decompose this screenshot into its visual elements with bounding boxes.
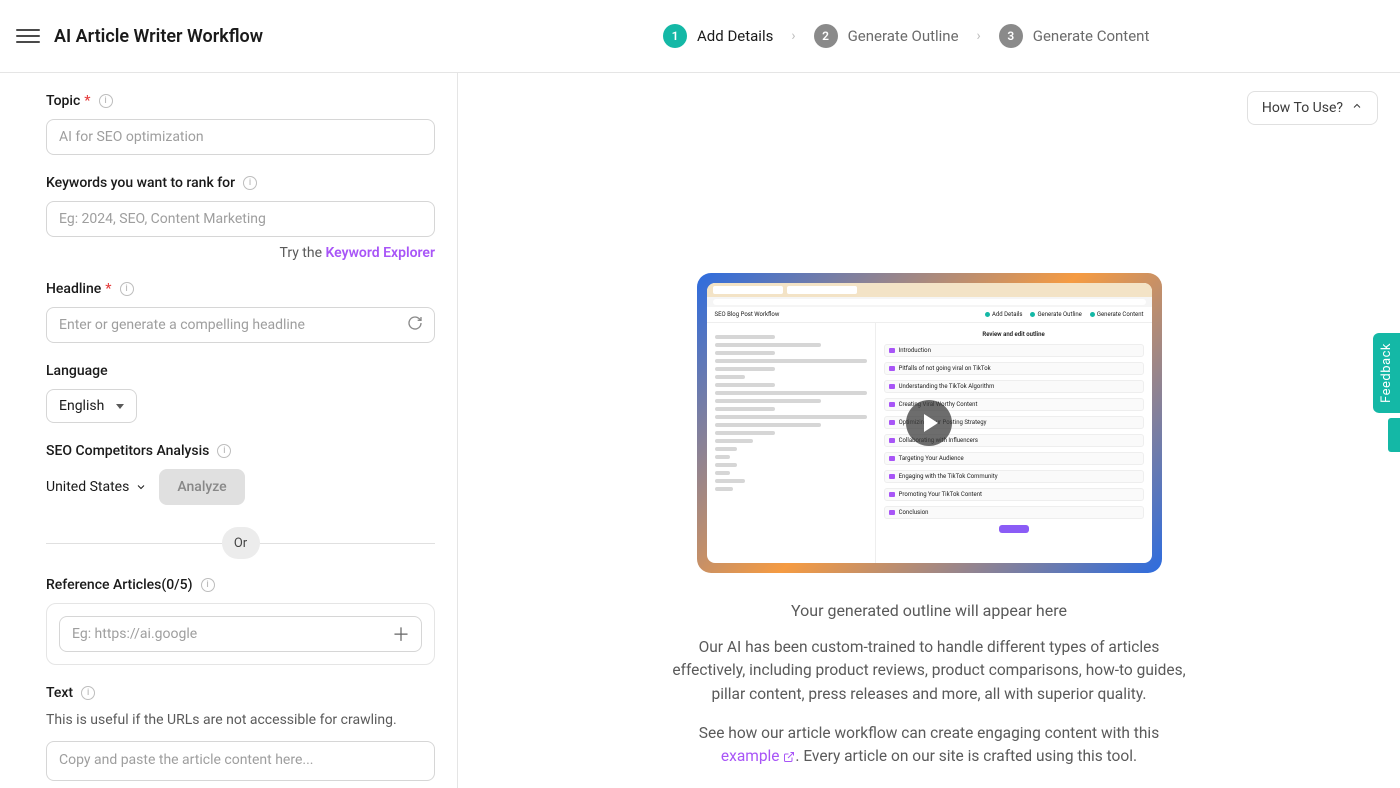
side-handle[interactable] — [1388, 418, 1400, 452]
chevron-right-icon: › — [977, 28, 981, 44]
preview-panel: How To Use? SEO Blog Post Workflow Add D… — [458, 73, 1400, 788]
step-number: 1 — [663, 24, 687, 48]
field-label: Headline* i — [46, 281, 435, 297]
form-panel: Topic* i Keywords you want to rank for i… — [0, 73, 458, 788]
info-icon[interactable]: i — [81, 686, 95, 700]
menu-icon[interactable] — [16, 24, 40, 48]
example-link[interactable]: example — [721, 747, 795, 765]
info-icon[interactable]: i — [201, 578, 215, 592]
keyword-explorer-link[interactable]: Keyword Explorer — [325, 245, 435, 261]
info-icon[interactable]: i — [243, 176, 257, 190]
description-para-2: See how our article workflow can create … — [669, 722, 1189, 769]
references-field: Reference Articles(0/5) i ＋ — [46, 577, 435, 665]
text-hint: This is useful if the URLs are not acces… — [46, 711, 435, 731]
mockup-title: SEO Blog Post Workflow — [715, 311, 780, 318]
label-text: Topic — [46, 93, 80, 109]
or-label: Or — [222, 527, 260, 559]
text-field: Text i This is useful if the URLs are no… — [46, 685, 435, 785]
label-text: Reference Articles(0/5) — [46, 577, 193, 593]
para2-prefix: See how our article workflow can create … — [699, 724, 1159, 742]
step-generate-outline[interactable]: 2 Generate Outline — [814, 24, 959, 48]
seo-field: SEO Competitors Analysis i United States… — [46, 443, 435, 505]
step-add-details[interactable]: 1 Add Details — [663, 24, 773, 48]
field-label: Topic* i — [46, 93, 435, 109]
headline-input[interactable] — [46, 307, 435, 343]
required-mark: * — [84, 93, 90, 109]
app-header: AI Article Writer Workflow 1 Add Details… — [0, 0, 1400, 73]
step-label: Add Details — [697, 27, 773, 45]
field-label: Language — [46, 363, 435, 379]
preview-text: Your generated outline will appear here … — [669, 601, 1189, 784]
language-select[interactable]: English — [46, 389, 137, 423]
or-divider: Or — [46, 527, 435, 559]
helper-text: Try the — [279, 245, 325, 261]
analyze-button[interactable]: Analyze — [159, 469, 244, 505]
field-label: Text i — [46, 685, 435, 701]
info-icon[interactable]: i — [217, 444, 231, 458]
video-preview: SEO Blog Post Workflow Add Details Gener… — [697, 273, 1162, 573]
external-link-icon — [783, 751, 795, 763]
language-field: Language English — [46, 363, 435, 423]
country-select[interactable]: United States — [46, 479, 147, 495]
add-reference-icon[interactable]: ＋ — [392, 621, 410, 647]
label-text: Text — [46, 685, 73, 701]
step-number: 3 — [999, 24, 1023, 48]
keywords-field: Keywords you want to rank for i Try the … — [46, 175, 435, 261]
reference-url-input[interactable] — [59, 616, 422, 652]
keywords-helper: Try the Keyword Explorer — [46, 245, 435, 261]
outline-caption: Your generated outline will appear here — [669, 601, 1189, 620]
play-icon — [924, 414, 938, 432]
label-text: Keywords you want to rank for — [46, 175, 235, 191]
step-label: Generate Outline — [848, 27, 959, 45]
chevron-down-icon — [135, 481, 147, 493]
article-text-input[interactable] — [46, 741, 435, 781]
workflow-stepper: 1 Add Details › 2 Generate Outline › 3 G… — [663, 24, 1149, 48]
main-content: Topic* i Keywords you want to rank for i… — [0, 73, 1400, 788]
play-button[interactable] — [906, 400, 952, 446]
headline-field: Headline* i — [46, 281, 435, 343]
how-to-use-button[interactable]: How To Use? — [1247, 91, 1378, 125]
video-thumbnail[interactable]: SEO Blog Post Workflow Add Details Gener… — [697, 273, 1162, 573]
chevron-right-icon: › — [791, 28, 795, 44]
description-para-1: Our AI has been custom-trained to handle… — [669, 636, 1189, 706]
keywords-input[interactable] — [46, 201, 435, 237]
topic-input[interactable] — [46, 119, 435, 155]
info-icon[interactable]: i — [99, 94, 113, 108]
para2-suffix: . Every article on our site is crafted u… — [795, 747, 1137, 765]
mockup-panel-title: Review and edit outline — [884, 331, 1144, 338]
language-value: English — [59, 398, 104, 414]
chevron-up-icon — [1351, 100, 1363, 116]
how-to-use-label: How To Use? — [1262, 100, 1343, 116]
page-title: AI Article Writer Workflow — [54, 26, 263, 47]
field-label: Keywords you want to rank for i — [46, 175, 435, 191]
label-text: Headline — [46, 281, 101, 297]
country-value: United States — [46, 479, 129, 495]
info-icon[interactable]: i — [120, 282, 134, 296]
feedback-tab[interactable]: Feedback — [1373, 333, 1400, 413]
field-label: SEO Competitors Analysis i — [46, 443, 435, 459]
label-text: SEO Competitors Analysis — [46, 443, 209, 459]
step-label: Generate Content — [1033, 27, 1150, 45]
references-card: ＋ — [46, 603, 435, 665]
topic-field: Topic* i — [46, 93, 435, 155]
step-generate-content[interactable]: 3 Generate Content — [999, 24, 1150, 48]
regenerate-icon[interactable] — [407, 315, 423, 335]
step-number: 2 — [814, 24, 838, 48]
field-label: Reference Articles(0/5) i — [46, 577, 435, 593]
chevron-down-icon — [116, 404, 124, 409]
required-mark: * — [105, 281, 111, 297]
